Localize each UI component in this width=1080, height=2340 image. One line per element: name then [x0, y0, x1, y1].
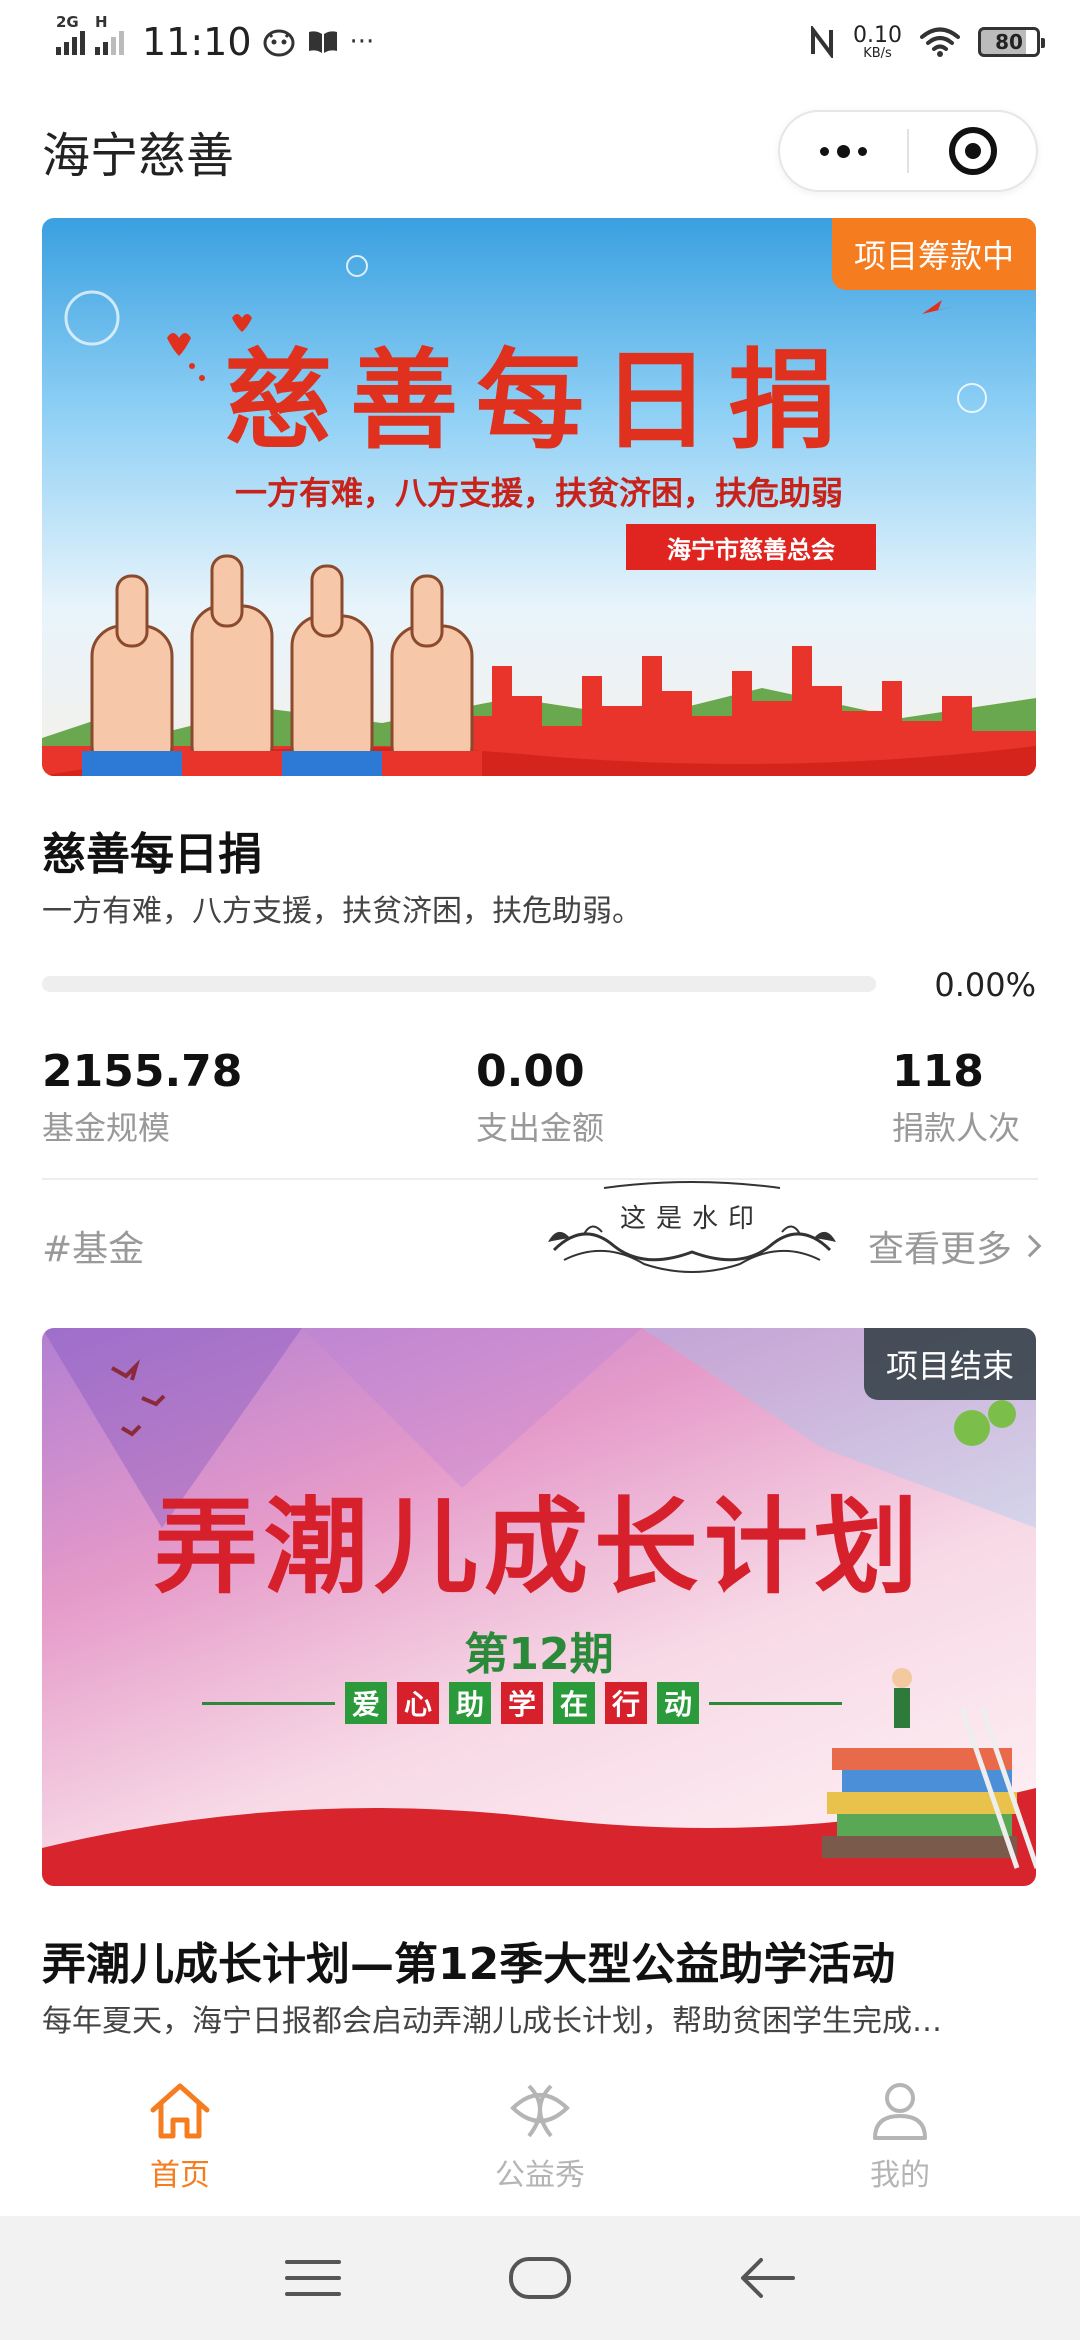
- banner-1-org-tag: 海宁市慈善总会: [626, 524, 876, 570]
- close-miniprogram-button[interactable]: [909, 112, 1036, 190]
- menu-button[interactable]: [268, 2233, 358, 2323]
- stat-value: 118: [892, 1046, 984, 1097]
- fundraising-progress-bar: [42, 976, 876, 992]
- stat-value: 0.00: [476, 1046, 585, 1097]
- banner-2-title: 弄潮儿成长计划: [153, 1485, 924, 1608]
- system-nav-bar: [0, 2216, 1080, 2340]
- tab-charity-show[interactable]: 公益秀: [360, 2056, 720, 2216]
- project-banner-2[interactable]: 弄潮儿成长计划 第12期 爱 心 助 学 在 行 动 项目结束: [42, 1328, 1036, 1886]
- menu-icon: [285, 2260, 342, 2296]
- project-title-1[interactable]: 慈善每日捐: [42, 818, 262, 882]
- slogan-char: 爱: [345, 1682, 387, 1724]
- miniprogram-capsule: [778, 110, 1038, 192]
- home-icon: [150, 2083, 210, 2139]
- tab-label: 我的: [870, 2158, 930, 2193]
- wifi-icon: [920, 27, 960, 57]
- thumbs-up-illustration: [82, 554, 482, 776]
- battery-icon: 80: [978, 27, 1045, 57]
- progress-percent: 0.00%: [934, 966, 1036, 1004]
- chevron-right-icon: [1018, 1234, 1042, 1258]
- divider: [42, 1178, 1038, 1180]
- user-icon: [873, 2083, 927, 2140]
- more-notifications-icon: ···: [349, 27, 375, 57]
- home-nav-icon: [508, 2257, 571, 2299]
- project-desc-1: 一方有难，八方支援，扶贫济困，扶危助弱。: [42, 894, 642, 929]
- page-title: 海宁慈善: [42, 128, 235, 184]
- project-desc-2: 每年夏天，海宁日报都会启动弄潮儿成长计划，帮助贫困学生完成…: [42, 2004, 942, 2039]
- banner-2-slogan: 爱 心 助 学 在 行 动: [202, 1678, 842, 1728]
- signal-icon: 2G: [56, 13, 85, 55]
- network-type-label-2: H: [95, 13, 108, 31]
- tab-label: 公益秀: [495, 2158, 585, 2193]
- network-type-label: 2G: [56, 13, 79, 31]
- app-notification-icon: [263, 29, 295, 57]
- stat-fund-size: 2155.78 基金规模: [42, 1046, 242, 1149]
- stat-expenditure: 0.00 支出金额: [476, 1046, 604, 1149]
- slogan-char: 助: [449, 1682, 491, 1724]
- signal-icon-2: H: [95, 13, 124, 55]
- more-dots-icon: [820, 144, 867, 158]
- stat-label: 基金规模: [42, 1109, 171, 1147]
- tab-label: 首页: [150, 2158, 210, 2193]
- view-more-link[interactable]: 查看更多: [867, 1220, 1042, 1272]
- back-button[interactable]: [722, 2233, 812, 2323]
- slogan-char: 心: [397, 1682, 439, 1724]
- stat-donor-count: 118 捐款人次: [892, 1046, 1020, 1149]
- nfc-icon: [811, 26, 834, 58]
- slogan-char: 在: [553, 1682, 595, 1724]
- more-menu-button[interactable]: [780, 112, 907, 190]
- charity-show-icon: [510, 2084, 570, 2138]
- view-more-label: 查看更多: [867, 1229, 1012, 1270]
- watermark-text: 这是水印: [619, 1204, 764, 1234]
- banner-1-title: 慈善每日捐: [223, 338, 854, 464]
- slogan-char: 行: [605, 1682, 647, 1724]
- clock: 11:10: [142, 20, 252, 64]
- project-banner-1[interactable]: 慈善每日捐 一方有难，八方支援，扶贫济困，扶危助弱 海宁市慈善总会 项目筹款中: [42, 218, 1036, 776]
- bottom-tab-bar: 首页 公益秀 我的: [0, 2056, 1080, 2216]
- stat-value: 2155.78: [42, 1046, 243, 1097]
- books-illustration: [822, 1668, 1036, 1869]
- status-badge-fundraising: 项目筹款中: [831, 218, 1036, 290]
- tab-home[interactable]: 首页: [0, 2056, 360, 2216]
- book-icon: [308, 31, 337, 53]
- network-speed: 0.10 KB/s: [853, 22, 902, 61]
- target-icon: [948, 127, 997, 175]
- banner-2-issue: 第12期: [464, 1629, 614, 1680]
- stat-label: 支出金额: [476, 1109, 605, 1147]
- banner-1-subtitle: 一方有难，八方支援，扶贫济困，扶危助弱: [234, 474, 843, 512]
- stat-label: 捐款人次: [892, 1109, 1021, 1147]
- home-nav-button[interactable]: [495, 2233, 585, 2323]
- status-bar: 2G H 11:10 ··· 0.10 KB/s 80: [0, 0, 1080, 84]
- project-title-2[interactable]: 弄潮儿成长计划—第12季大型公益助学活动: [42, 1928, 895, 1992]
- slogan-char: 动: [657, 1682, 699, 1724]
- back-arrow-icon: [740, 2258, 795, 2298]
- tab-mine[interactable]: 我的: [720, 2056, 1080, 2216]
- app-header: 海宁慈善: [0, 96, 1080, 206]
- watermark: 这是水印: [544, 1180, 840, 1284]
- slogan-char: 学: [501, 1682, 543, 1724]
- status-badge-ended: 项目结束: [863, 1328, 1036, 1400]
- tag-row: #基金 查看更多: [42, 1216, 1042, 1276]
